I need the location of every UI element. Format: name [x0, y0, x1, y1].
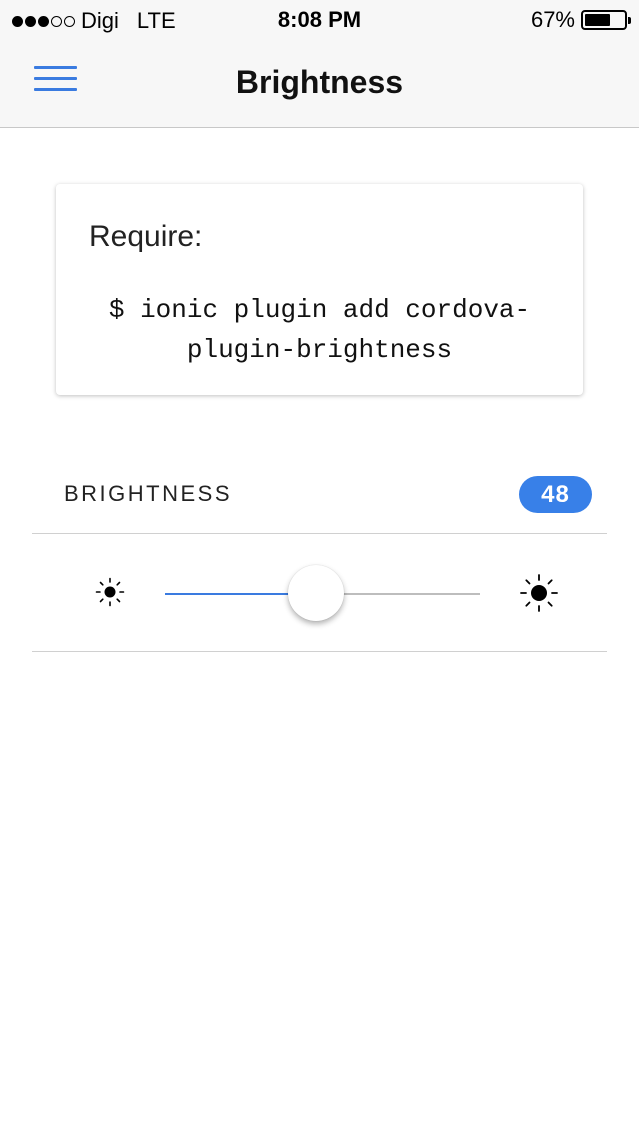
page-title: Brightness — [235, 64, 404, 100]
battery-fill — [585, 14, 611, 26]
require-card: Require: $ ionic plugin add cordova-plug… — [56, 184, 583, 395]
battery-percent: 67% — [530, 7, 575, 32]
brightness-slider-row — [32, 535, 607, 652]
status-right: 67% — [530, 7, 631, 33]
slider-knob[interactable] — [288, 565, 345, 621]
status-bar: Digi LTE 8:08 PM 67% — [0, 0, 639, 40]
brightness-value-badge: 48 — [519, 476, 592, 513]
sun-small-icon — [95, 577, 125, 607]
brightness-header: BRIGHTNESS 48 — [32, 476, 607, 534]
brightness-slider[interactable] — [165, 565, 480, 621]
nav-bar: Brightness — [0, 40, 639, 128]
install-command: $ ionic plugin add cordova-plugin-bright… — [108, 295, 531, 365]
brightness-label: BRIGHTNESS — [64, 481, 233, 506]
sun-large-icon — [519, 573, 559, 613]
battery-icon — [581, 10, 631, 30]
card-title: Require: — [89, 220, 203, 253]
